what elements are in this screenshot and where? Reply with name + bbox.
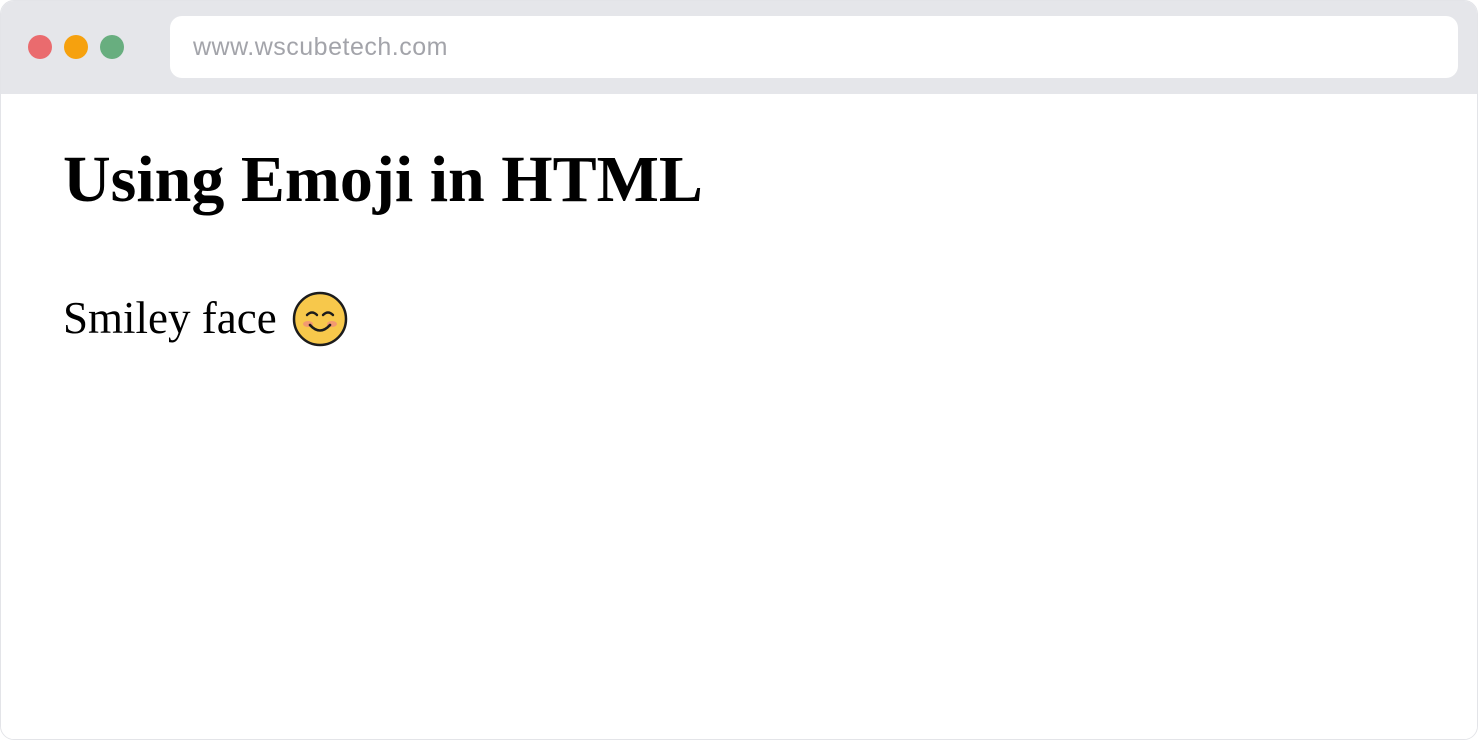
smiling-face-emoji-icon <box>292 291 347 346</box>
maximize-window-button[interactable] <box>100 35 124 59</box>
page-heading: Using Emoji in HTML <box>63 143 703 216</box>
page-content: Using Emoji in HTML Smiley face <box>1 94 1477 739</box>
minimize-window-button[interactable] <box>64 35 88 59</box>
close-window-button[interactable] <box>28 35 52 59</box>
address-bar[interactable]: www.wscubetech.com <box>170 16 1458 78</box>
smiley-paragraph: Smiley face <box>63 288 348 351</box>
paragraph-text: Smiley face <box>63 293 277 343</box>
url-text[interactable]: www.wscubetech.com <box>193 30 448 64</box>
browser-window: www.wscubetech.com Using Emoji in HTML S… <box>0 0 1478 740</box>
browser-titlebar: www.wscubetech.com <box>1 1 1477 94</box>
